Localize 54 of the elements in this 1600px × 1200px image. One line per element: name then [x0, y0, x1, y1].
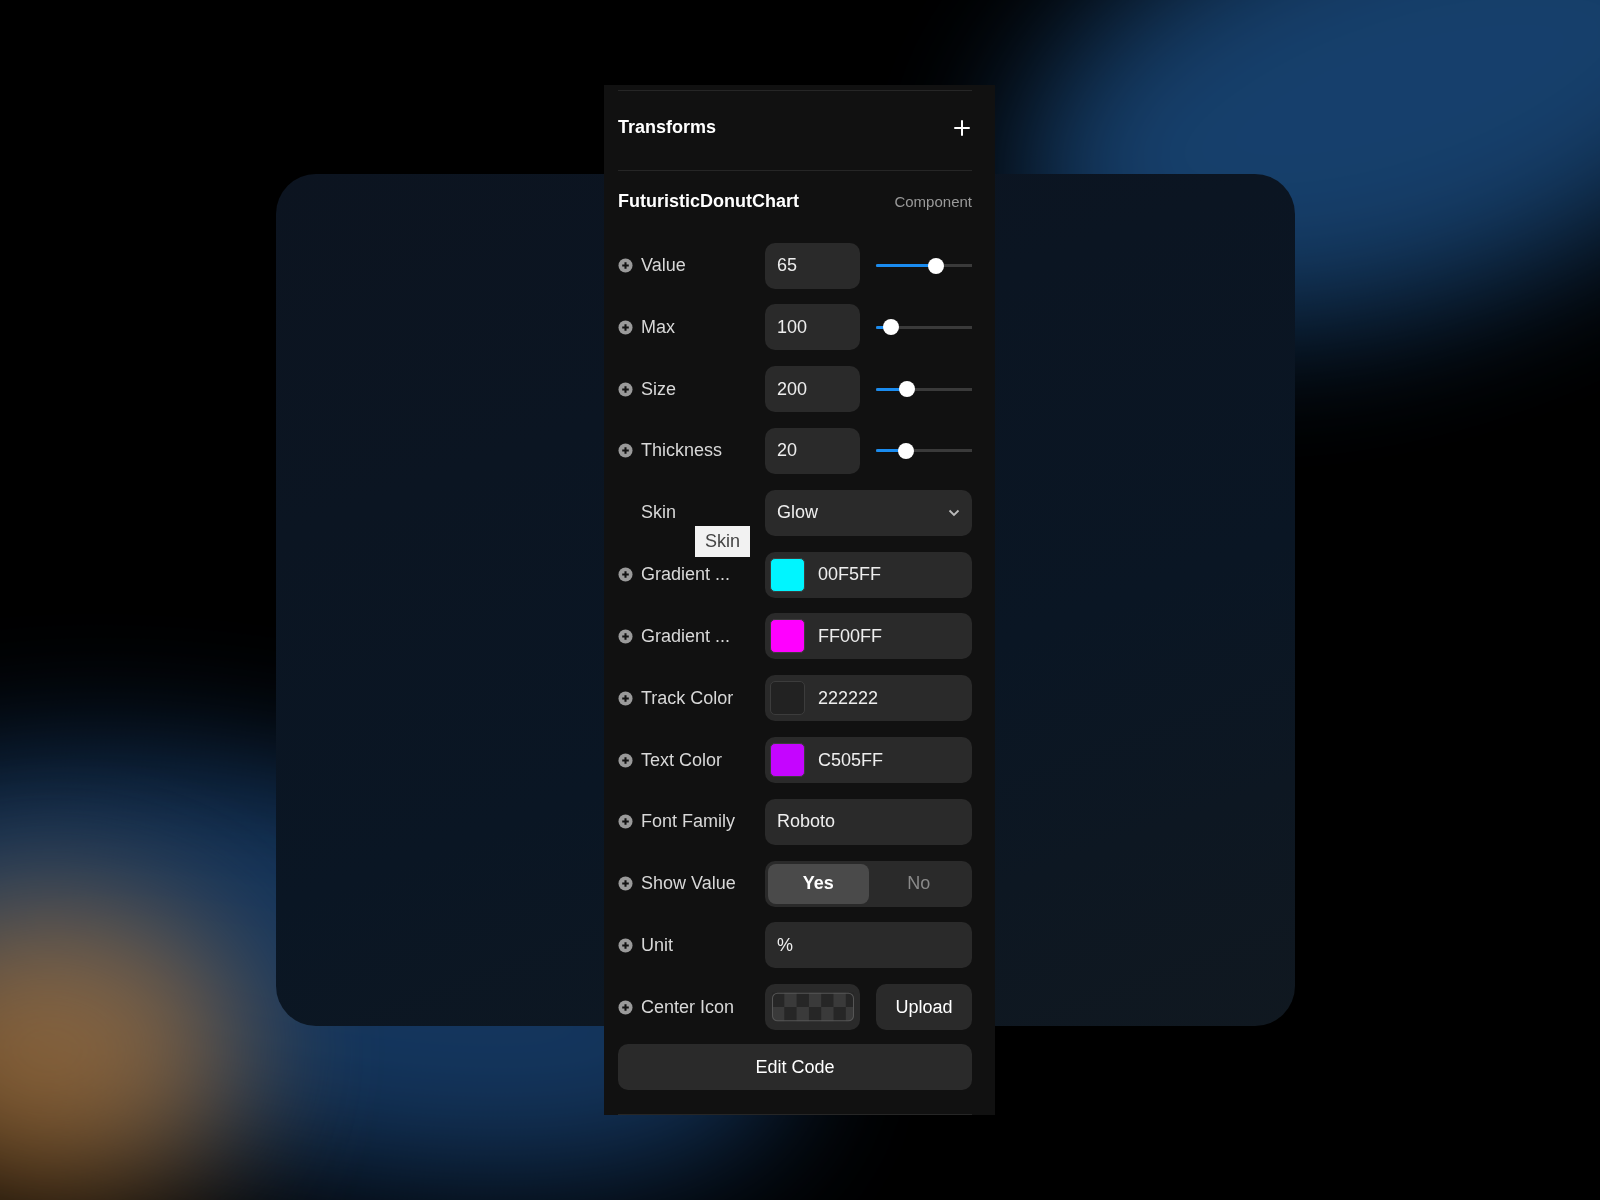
toggle-option[interactable]: No [868, 863, 969, 904]
slider-thumb[interactable] [928, 257, 945, 274]
number-field[interactable]: 20 [765, 427, 860, 474]
component-name: FuturisticDonutChart [618, 191, 799, 213]
slider-thumb[interactable] [897, 442, 914, 459]
dropdown[interactable]: Glow [765, 489, 972, 536]
property-label: Gradient ... [641, 625, 731, 647]
chevron-down-icon [948, 508, 960, 517]
section-title: Transforms [618, 117, 717, 139]
toggle-option[interactable]: Yes [768, 863, 869, 904]
plus-circle-icon[interactable] [618, 690, 633, 706]
color-swatch[interactable] [770, 619, 805, 654]
number-field[interactable]: 100 [765, 304, 860, 351]
color-field[interactable]: FF00FF [765, 613, 972, 660]
text-field[interactable]: % [765, 922, 972, 969]
plus-circle-icon[interactable] [618, 876, 633, 892]
property-label: Unit [641, 934, 673, 956]
property-label: Show Value [641, 873, 736, 895]
plus-circle-icon[interactable] [618, 381, 633, 397]
component-type-label: Component [894, 193, 972, 211]
tooltip: Skin [695, 526, 750, 558]
slider-thumb[interactable] [883, 319, 900, 336]
edit-code-button[interactable]: Edit Code [618, 1044, 972, 1090]
plus-circle-icon[interactable] [618, 937, 633, 953]
plus-circle-icon[interactable] [618, 567, 633, 583]
property-label: Max [641, 316, 675, 338]
plus-circle-icon[interactable] [618, 752, 633, 768]
add-icon[interactable] [954, 119, 970, 136]
number-field[interactable]: 65 [765, 242, 860, 289]
slider-thumb[interactable] [898, 381, 915, 398]
number-field[interactable]: 200 [765, 366, 860, 413]
property-label: Track Color [641, 687, 734, 709]
plus-circle-icon[interactable] [618, 999, 633, 1015]
property-label: Size [641, 378, 676, 400]
text-field[interactable]: Roboto [765, 798, 972, 845]
property-label: Font Family [641, 811, 736, 833]
property-label: Value [641, 255, 686, 276]
property-label: Thickness [641, 440, 723, 462]
plus-circle-icon[interactable] [618, 258, 633, 273]
property-label: Gradient ... [641, 564, 731, 586]
color-field[interactable]: 222222 [765, 675, 972, 722]
property-label: Text Color [641, 749, 723, 771]
upload-button[interactable]: Upload [876, 984, 972, 1031]
property-label: Center Icon [641, 996, 735, 1018]
color-field[interactable]: 00F5FF [765, 551, 972, 598]
color-swatch[interactable] [770, 557, 805, 592]
plus-circle-icon[interactable] [618, 319, 633, 335]
plus-circle-icon[interactable] [618, 814, 633, 830]
plus-circle-icon[interactable] [618, 443, 633, 459]
color-field[interactable]: C505FF [765, 737, 972, 783]
plus-circle-icon[interactable] [618, 628, 633, 644]
color-swatch[interactable] [770, 743, 805, 777]
color-swatch[interactable] [770, 681, 805, 716]
property-label: Skin [641, 502, 676, 524]
